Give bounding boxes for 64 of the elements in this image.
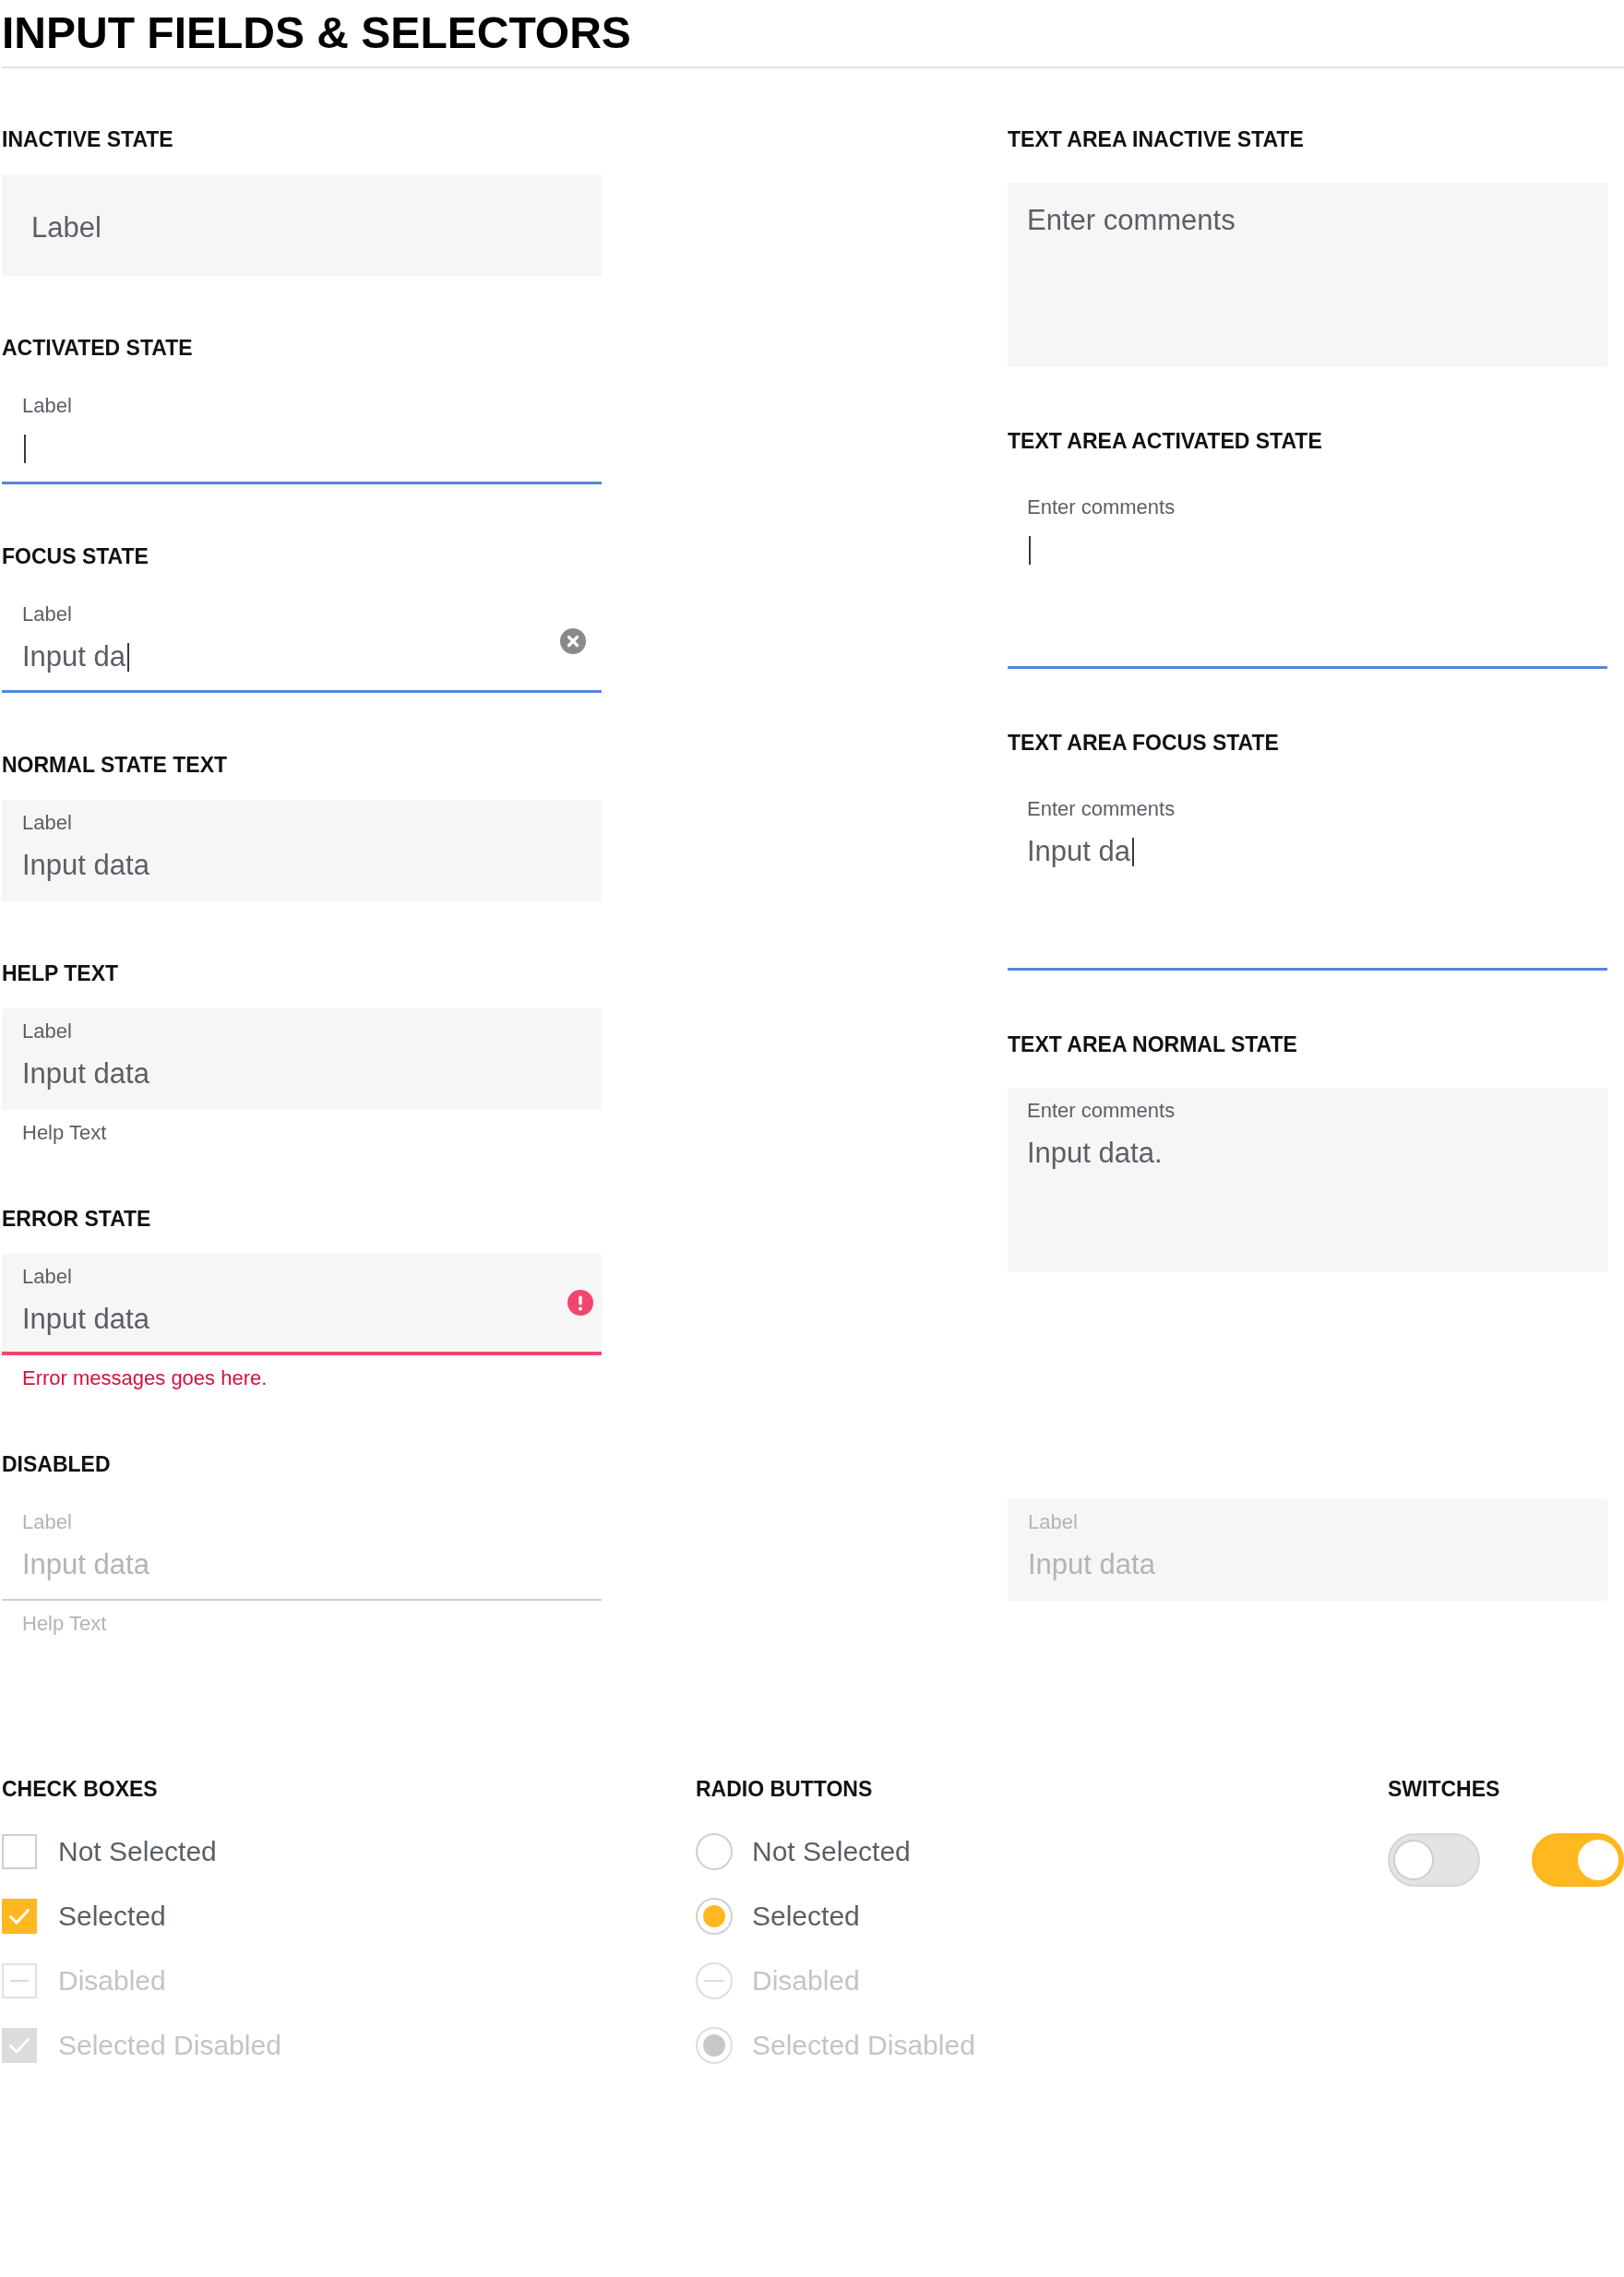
- text-field[interactable]: Label Input da: [2, 591, 602, 693]
- field-label: Enter comments: [1027, 797, 1176, 821]
- toggle-switch[interactable]: [1388, 1833, 1480, 1887]
- checkbox[interactable]: [2, 1899, 37, 1934]
- field-label: Label: [22, 602, 72, 626]
- radio-label: Not Selected: [752, 1835, 911, 1868]
- input-value: Input data: [1028, 1547, 1155, 1582]
- input-value: Input data: [22, 1302, 149, 1337]
- field-label: Label: [22, 1510, 72, 1534]
- section-heading: DISABLED: [2, 1451, 111, 1478]
- section-heading: TEXT AREA ACTIVATED STATE: [1008, 428, 1322, 455]
- section-heading: CHECK BOXES: [2, 1776, 158, 1803]
- section-heading: ERROR STATE: [2, 1206, 151, 1233]
- section-heading: ACTIVATED STATE: [2, 335, 193, 362]
- toggle-switch[interactable]: [1532, 1833, 1624, 1887]
- text-area[interactable]: Enter comments: [1008, 484, 1607, 669]
- text-area[interactable]: Enter comments Input da: [1008, 786, 1607, 971]
- input-value: Input da: [1027, 834, 1131, 869]
- text-field[interactable]: Label: [2, 383, 602, 484]
- section-heading: INACTIVE STATE: [2, 126, 173, 153]
- radio-button[interactable]: [696, 1833, 733, 1870]
- input-value: Input da: [22, 639, 126, 674]
- text-area[interactable]: Enter comments Input data.: [1008, 1088, 1607, 1272]
- section-heading: TEXT AREA NORMAL STATE: [1008, 1031, 1297, 1058]
- section-heading: HELP TEXT: [2, 960, 119, 987]
- clear-icon[interactable]: [560, 627, 586, 654]
- field-label: Enter comments: [1027, 1099, 1176, 1123]
- checkbox-label: Selected Disabled: [58, 2029, 281, 2062]
- radio-button[interactable]: [696, 1898, 733, 1935]
- radio-label: Selected Disabled: [752, 2029, 975, 2062]
- field-label: Enter comments: [1027, 495, 1176, 519]
- field-label: Label: [1028, 1510, 1078, 1534]
- checkbox-label: Disabled: [58, 1964, 166, 1997]
- help-text: Help Text: [22, 1611, 107, 1637]
- section-heading: SWITCHES: [1388, 1776, 1500, 1803]
- input-value: Input data.: [1027, 1136, 1163, 1171]
- input-value: Input data: [22, 848, 149, 883]
- text-area[interactable]: Enter comments: [1008, 183, 1607, 367]
- text-field[interactable]: Label Input data: [2, 800, 602, 901]
- radio-label: Selected: [752, 1900, 860, 1933]
- text-field[interactable]: Label: [2, 174, 602, 276]
- section-heading: TEXT AREA FOCUS STATE: [1008, 730, 1279, 757]
- section-heading: TEXT AREA INACTIVE STATE: [1008, 126, 1304, 153]
- help-text: Help Text: [22, 1120, 107, 1146]
- field-label: Label: [22, 394, 72, 418]
- field-placeholder: Enter comments: [1027, 203, 1236, 238]
- input-value: Input data: [22, 1547, 149, 1582]
- section-heading: NORMAL STATE TEXT: [2, 752, 228, 779]
- text-field[interactable]: Label Input data: [2, 1008, 602, 1110]
- field-label: Label: [22, 811, 72, 835]
- field-label: Label: [22, 1019, 72, 1043]
- checkbox-label: Not Selected: [58, 1835, 217, 1868]
- section-heading: RADIO BUTTONS: [696, 1776, 873, 1803]
- input-value: Input data: [22, 1056, 149, 1091]
- field-placeholder: Label: [31, 210, 102, 245]
- checkbox-label: Selected: [58, 1900, 166, 1933]
- error-icon: [567, 1290, 593, 1316]
- page-title: INPUT FIELDS & SELECTORS: [2, 7, 631, 59]
- error-message: Error messages goes here.: [22, 1365, 268, 1391]
- checkbox[interactable]: [2, 1834, 37, 1869]
- section-heading: FOCUS STATE: [2, 543, 149, 570]
- field-label: Label: [22, 1265, 72, 1289]
- text-field[interactable]: Label Input data: [2, 1254, 602, 1355]
- radio-label: Disabled: [752, 1964, 860, 1997]
